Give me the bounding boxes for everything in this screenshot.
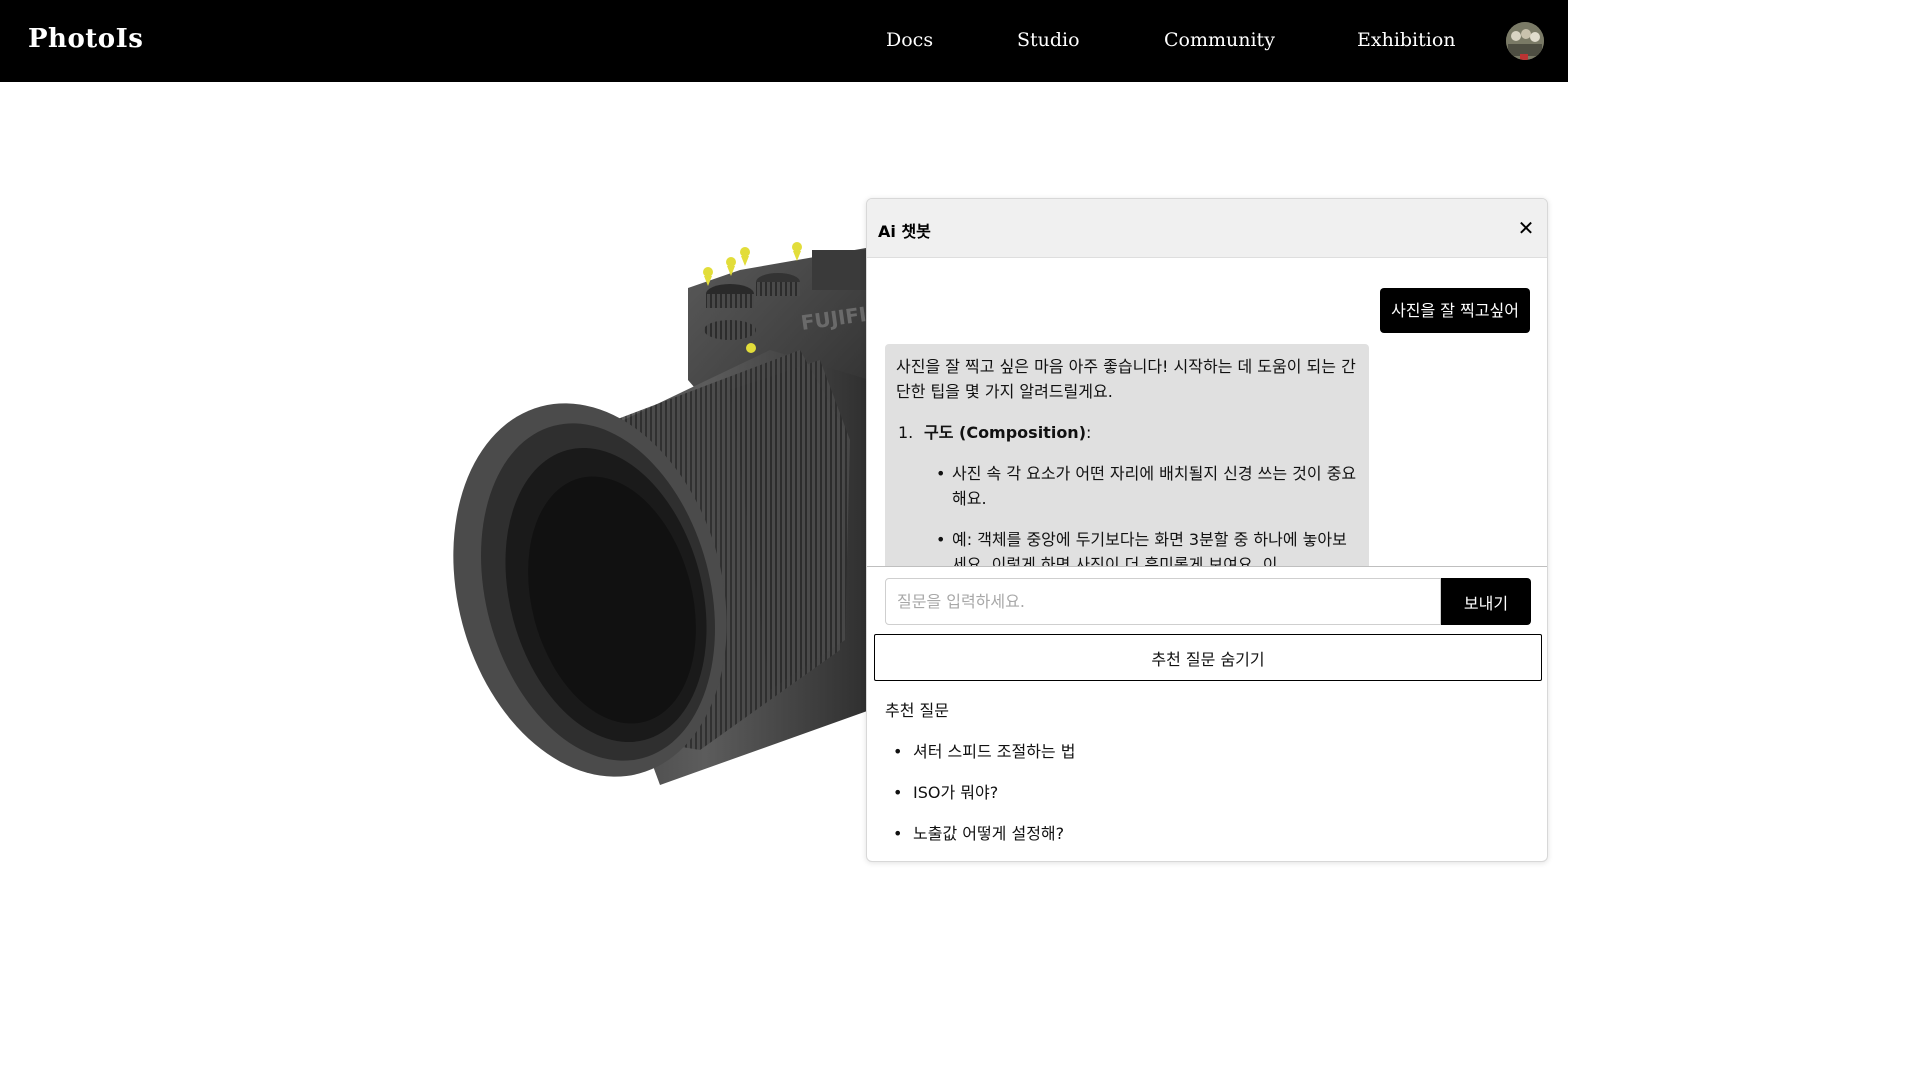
bot-message: 사진을 잘 찍고 싶은 마음 아주 좋습니다! 시작하는 데 도움이 되는 간단…	[885, 344, 1369, 566]
chat-input-row: 보내기	[885, 578, 1531, 625]
camera-3d-viewer[interactable]: FUJIFILM	[440, 230, 900, 800]
bullet-dot: •	[936, 464, 946, 483]
suggestions-title: 추천 질문	[885, 701, 949, 720]
question-input[interactable]	[885, 578, 1441, 625]
avatar-photo-icon	[1506, 22, 1544, 60]
bullet-text: 예: 객체를 중앙에 두기보다는 화면 3분할 중 하나에 놓아보세요. 이렇게…	[952, 530, 1347, 566]
list-item-title: 구도 (Composition)	[924, 423, 1087, 442]
chat-header: Ai 챗봇 ✕	[867, 199, 1547, 258]
bot-list-item: 1. 구도 (Composition):	[896, 420, 1358, 445]
bot-bullet: • 예: 객체를 중앙에 두기보다는 화면 3분할 중 하나에 놓아보세요. 이…	[896, 527, 1358, 566]
suggestion-item[interactable]: • 셔터 스피드 조절하는 법	[893, 738, 1075, 762]
suggestion-item[interactable]: • 노출값 어떻게 설정해?	[893, 820, 1064, 844]
bullet-dot: •	[893, 742, 903, 761]
nav-link-exhibition[interactable]: Exhibition	[1357, 29, 1456, 51]
nav-link-studio[interactable]: Studio	[1017, 29, 1080, 51]
top-navbar: PhotoIs Docs Studio Community Exhibition	[0, 0, 1568, 82]
ai-chatbot-panel: Ai 챗봇 ✕ 사진을 잘 찍고싶어 사진을 잘 찍고 싶은 마음 아주 좋습니…	[866, 198, 1548, 862]
chat-messages[interactable]: 사진을 잘 찍고싶어 사진을 잘 찍고 싶은 마음 아주 좋습니다! 시작하는 …	[867, 259, 1547, 566]
chat-divider	[867, 566, 1547, 567]
bot-intro-text: 사진을 잘 찍고 싶은 마음 아주 좋습니다! 시작하는 데 도움이 되는 간단…	[896, 357, 1356, 401]
nav-link-docs[interactable]: Docs	[886, 29, 933, 51]
suggestion-item[interactable]: • ISO가 뭐야?	[893, 779, 998, 803]
suggestion-text: 노출값 어떻게 설정해?	[913, 824, 1065, 843]
nav-link-community[interactable]: Community	[1164, 29, 1275, 51]
bot-bullet: • 사진 속 각 요소가 어떤 자리에 배치될지 신경 쓰는 것이 중요해요.	[896, 461, 1358, 511]
camera-model: FUJIFILM	[453, 242, 900, 785]
list-item-suffix: :	[1086, 423, 1092, 442]
chat-title: Ai 챗봇	[878, 222, 931, 241]
bullet-dot: •	[936, 530, 946, 549]
bullet-dot: •	[893, 824, 903, 843]
bullet-dot: •	[893, 783, 903, 802]
user-avatar[interactable]	[1506, 22, 1544, 60]
suggestion-text: 셔터 스피드 조절하는 법	[913, 742, 1076, 761]
list-number: 1.	[898, 423, 914, 442]
site-logo[interactable]: PhotoIs	[28, 24, 143, 54]
close-icon[interactable]: ✕	[1515, 217, 1537, 239]
hide-suggestions-button[interactable]: 추천 질문 숨기기	[874, 634, 1542, 681]
send-button[interactable]: 보내기	[1441, 578, 1531, 625]
bullet-text: 사진 속 각 요소가 어떤 자리에 배치될지 신경 쓰는 것이 중요해요.	[952, 464, 1357, 508]
suggestion-text: ISO가 뭐야?	[913, 783, 999, 802]
user-message: 사진을 잘 찍고싶어	[1380, 288, 1530, 333]
